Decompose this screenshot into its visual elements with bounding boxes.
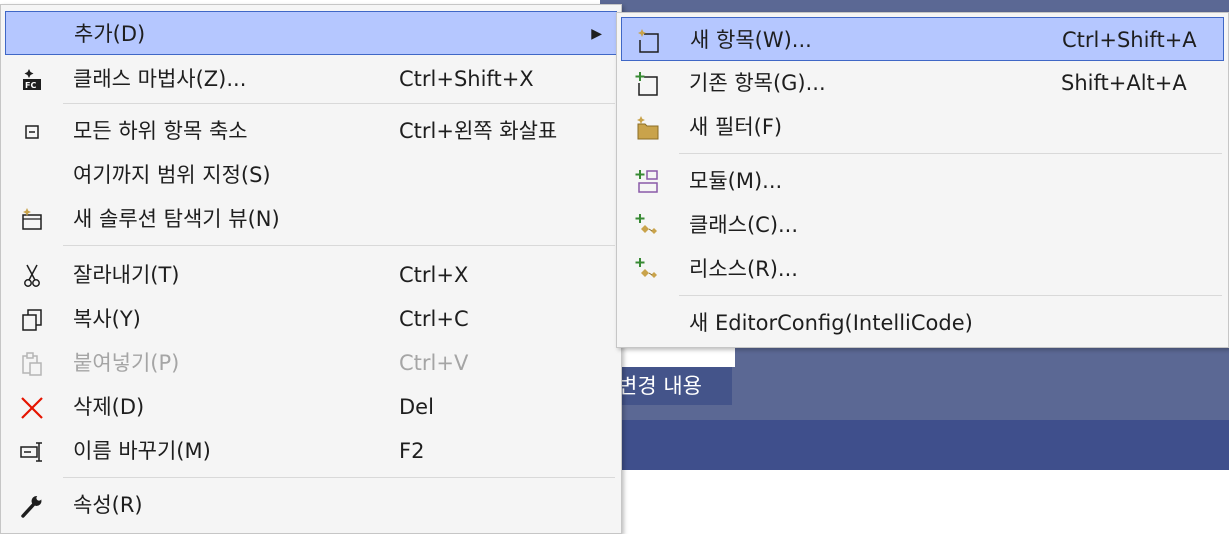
- wrench-icon: [19, 493, 45, 519]
- menu-separator: [679, 153, 1222, 154]
- menu-item-label: 리소스(R)...: [689, 257, 798, 281]
- menu-item-label: 추가(D): [74, 22, 146, 46]
- menu-item-label: 여기까지 범위 지정(S): [73, 163, 271, 187]
- menu-item-collapse-all[interactable]: 모든 하위 항목 축소 Ctrl+왼쪽 화살표: [5, 109, 617, 153]
- delete-icon: [19, 395, 45, 421]
- menu-item-copy[interactable]: 복사(Y) Ctrl+C: [5, 297, 617, 341]
- menu-item-paste[interactable]: 붙여넣기(P) Ctrl+V: [5, 341, 617, 385]
- menu-separator: [63, 103, 615, 104]
- submenu-item-resource[interactable]: 리소스(R)...: [621, 247, 1224, 291]
- menu-item-rename[interactable]: 이름 바꾸기(M) F2: [5, 429, 617, 473]
- menu-item-properties[interactable]: 속성(R): [5, 483, 617, 527]
- menu-item-label: 클래스(C)...: [689, 213, 799, 237]
- changes-tab-label[interactable]: 변경 내용: [612, 367, 732, 405]
- menu-item-label: 모든 하위 항목 축소: [73, 119, 248, 143]
- add-submenu: 새 항목(W)... Ctrl+Shift+A 기존 항목(G)... Shif…: [616, 12, 1229, 348]
- menu-item-shortcut: F2: [399, 439, 425, 463]
- menu-item-label: 새 EditorConfig(IntelliCode): [689, 311, 973, 335]
- menu-item-label: 모듈(M)...: [689, 169, 783, 193]
- new-item-icon: [636, 28, 662, 54]
- menu-item-label: 속성(R): [73, 493, 143, 517]
- context-menu: 추가(D) ▶ FC 클래스 마법사(Z)... Ctrl+Shift+X 모든…: [0, 4, 622, 534]
- menu-item-shortcut: Ctrl+C: [399, 307, 469, 331]
- new-solution-view-icon: [19, 207, 45, 233]
- menu-separator: [63, 245, 615, 246]
- submenu-item-existing-item[interactable]: 기존 항목(G)... Shift+Alt+A: [621, 61, 1224, 105]
- class-wizard-icon: FC: [19, 67, 45, 93]
- menu-item-label: 이름 바꾸기(M): [73, 439, 211, 463]
- app-background-bottom: [600, 470, 1229, 526]
- menu-item-label: 잘라내기(T): [73, 263, 180, 287]
- scissors-icon: [19, 263, 45, 289]
- submenu-item-module[interactable]: 모듈(M)...: [621, 159, 1224, 203]
- rename-icon: [19, 439, 45, 465]
- menu-item-shortcut: Ctrl+X: [399, 263, 469, 287]
- menu-item-label: 기존 항목(G)...: [689, 71, 826, 95]
- menu-separator: [63, 477, 615, 478]
- menu-item-label: 클래스 마법사(Z)...: [73, 67, 247, 91]
- submenu-item-class[interactable]: 클래스(C)...: [621, 203, 1224, 247]
- menu-item-shortcut: Ctrl+왼쪽 화살표: [399, 119, 558, 143]
- paste-icon: [19, 351, 45, 377]
- submenu-item-new-filter[interactable]: 새 필터(F): [621, 105, 1224, 149]
- new-filter-icon: [635, 115, 661, 141]
- menu-item-shortcut: Ctrl+V: [399, 351, 469, 375]
- submenu-item-new-editorconfig[interactable]: 새 EditorConfig(IntelliCode): [621, 301, 1224, 345]
- menu-item-delete[interactable]: 삭제(D) Del: [5, 385, 617, 429]
- submenu-arrow-icon: ▶: [591, 26, 602, 42]
- collapse-all-icon: [19, 119, 45, 145]
- copy-icon: [19, 307, 45, 333]
- menu-item-label: 삭제(D): [73, 395, 145, 419]
- menu-item-label: 새 솔루션 탐색기 뷰(N): [73, 207, 280, 231]
- menu-item-shortcut: Ctrl+Shift+A: [1062, 28, 1197, 52]
- menu-item-label: 붙여넣기(P): [73, 351, 180, 375]
- svg-text:FC: FC: [25, 81, 36, 90]
- add-resource-icon: [635, 257, 661, 283]
- menu-item-shortcut: Shift+Alt+A: [1061, 71, 1187, 95]
- add-class-icon: [635, 213, 661, 239]
- menu-item-add[interactable]: 추가(D) ▶: [5, 11, 617, 55]
- menu-item-shortcut: Ctrl+Shift+X: [399, 67, 534, 91]
- menu-item-new-solution-explorer-view[interactable]: 새 솔루션 탐색기 뷰(N): [5, 197, 617, 241]
- existing-item-icon: [635, 71, 661, 97]
- menu-item-scope-to-this[interactable]: 여기까지 범위 지정(S): [5, 153, 617, 197]
- menu-item-label: 새 항목(W)...: [690, 28, 812, 52]
- menu-item-label: 새 필터(F): [689, 115, 783, 139]
- menu-separator: [679, 295, 1222, 296]
- app-background-band: [600, 420, 1229, 470]
- menu-item-class-wizard[interactable]: FC 클래스 마법사(Z)... Ctrl+Shift+X: [5, 57, 617, 101]
- module-icon: [635, 169, 661, 195]
- submenu-item-new-item[interactable]: 새 항목(W)... Ctrl+Shift+A: [621, 17, 1224, 61]
- menu-item-label: 복사(Y): [73, 307, 141, 331]
- menu-item-cut[interactable]: 잘라내기(T) Ctrl+X: [5, 253, 617, 297]
- menu-item-shortcut: Del: [399, 395, 434, 419]
